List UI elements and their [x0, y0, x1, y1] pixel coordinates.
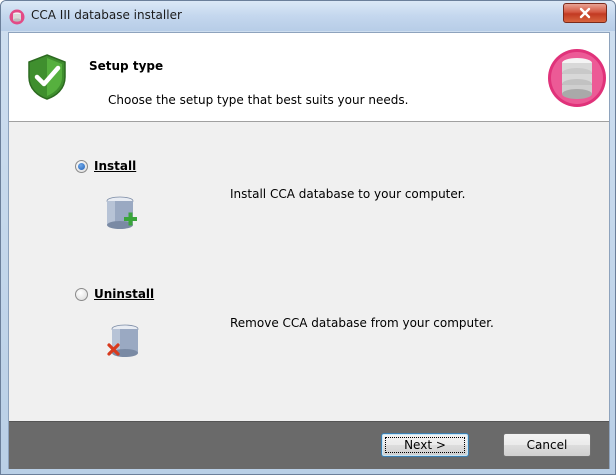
database-add-icon	[106, 196, 137, 229]
button-bar: Next > Cancel	[9, 421, 609, 469]
install-label[interactable]: Install	[94, 159, 136, 173]
close-icon	[579, 7, 591, 19]
database-logo-icon	[548, 49, 606, 107]
install-radio[interactable]	[75, 160, 88, 173]
window-title: CCA III database installer	[31, 8, 182, 22]
page-description: Choose the setup type that best suits yo…	[108, 93, 409, 107]
install-description: Install CCA database to your computer.	[230, 187, 466, 201]
header-panel: Setup type Choose the setup type that be…	[9, 33, 609, 122]
page-title: Setup type	[89, 59, 164, 73]
uninstall-label[interactable]: Uninstall	[94, 287, 154, 301]
next-button[interactable]: Next >	[381, 433, 469, 457]
green-shield-check-icon	[28, 54, 66, 100]
focus-indicator	[385, 437, 465, 453]
cancel-button-label: Cancel	[526, 438, 568, 452]
uninstall-radio[interactable]	[75, 288, 88, 301]
installer-window: CCA III database installer Setup type Ch…	[0, 0, 616, 475]
title-bar[interactable]: CCA III database installer	[1, 1, 615, 31]
database-app-icon	[9, 9, 25, 25]
close-button[interactable]	[563, 3, 607, 23]
database-remove-icon	[107, 324, 139, 357]
cancel-button[interactable]: Cancel	[503, 433, 591, 457]
dialog-body: Setup type Choose the setup type that be…	[8, 32, 610, 469]
uninstall-description: Remove CCA database from your computer.	[230, 316, 494, 330]
